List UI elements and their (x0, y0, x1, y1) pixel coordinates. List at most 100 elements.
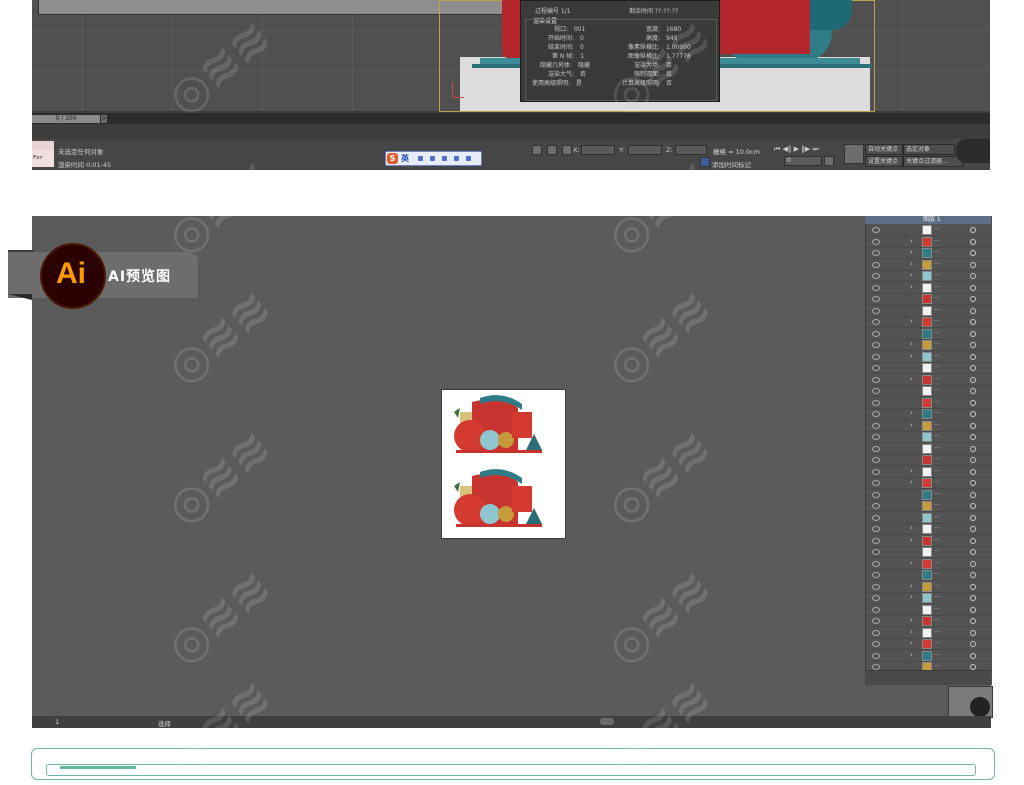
target-circle-icon[interactable] (970, 330, 976, 337)
expand-arrow-icon[interactable]: › (910, 524, 913, 532)
playback-controls[interactable]: ⏮ ◀‖ ▶ ‖▶ ⏭ (774, 145, 819, 154)
target-circle-icon[interactable] (970, 296, 976, 302)
time-config-icon[interactable] (824, 156, 834, 166)
layer-row[interactable]: … (866, 454, 992, 466)
punctuation-icon[interactable] (418, 156, 423, 161)
visibility-eye-icon[interactable] (872, 572, 880, 578)
visibility-eye-icon[interactable] (872, 227, 880, 233)
layer-row[interactable]: ›… (866, 650, 992, 662)
target-circle-icon[interactable] (970, 319, 976, 325)
visibility-eye-icon[interactable] (872, 238, 880, 245)
expand-arrow-icon[interactable]: › (910, 559, 913, 567)
target-circle-icon[interactable] (970, 572, 976, 578)
target-circle-icon[interactable] (970, 445, 976, 452)
layer-row[interactable]: ›… (866, 259, 992, 271)
layer-row[interactable]: … (866, 604, 992, 616)
visibility-eye-icon[interactable] (872, 560, 880, 567)
layer-row[interactable]: … (866, 431, 992, 443)
layer-row[interactable]: … (866, 443, 992, 455)
layer-row[interactable]: … (866, 500, 992, 512)
maxscript-listener-area[interactable] (32, 141, 54, 150)
layer-row[interactable]: ›… (866, 592, 992, 604)
time-next-button[interactable]: > (101, 115, 107, 123)
expand-arrow-icon[interactable]: › (910, 616, 913, 624)
visibility-eye-icon[interactable] (872, 434, 880, 440)
key-mode-icon[interactable] (844, 144, 864, 164)
target-circle-icon[interactable] (970, 537, 976, 544)
artboard-number[interactable]: 1 (55, 718, 59, 726)
layer-row[interactable]: ›… (866, 351, 992, 363)
visibility-eye-icon[interactable] (872, 468, 880, 475)
target-circle-icon[interactable] (970, 503, 976, 509)
layer-row[interactable]: ›… (866, 420, 992, 432)
target-circle-icon[interactable] (970, 595, 976, 601)
layer-row[interactable]: ›… (866, 558, 992, 570)
target-circle-icon[interactable] (970, 227, 976, 233)
target-circle-icon[interactable] (970, 342, 976, 348)
visibility-eye-icon[interactable] (872, 549, 880, 555)
maxscript-mini-listener[interactable]: For All (32, 150, 54, 167)
expand-arrow-icon[interactable]: › (910, 467, 913, 475)
layer-row[interactable]: … (866, 546, 992, 558)
visibility-eye-icon[interactable] (872, 296, 880, 302)
layer-row[interactable]: ›… (866, 339, 992, 351)
selected-object-dropdown[interactable]: 选定对象 (903, 144, 955, 155)
microphone-icon[interactable] (430, 156, 435, 161)
target-circle-icon[interactable] (970, 365, 976, 371)
x-coordinate-field[interactable] (581, 145, 615, 155)
visibility-eye-icon[interactable] (872, 342, 880, 348)
layer-row[interactable]: ›… (866, 316, 992, 328)
layer-row[interactable]: ›… (866, 523, 992, 535)
target-circle-icon[interactable] (970, 399, 976, 406)
target-circle-icon[interactable] (970, 514, 976, 521)
visibility-eye-icon[interactable] (872, 330, 880, 337)
target-circle-icon[interactable] (970, 629, 976, 636)
artboard[interactable] (441, 389, 566, 539)
visibility-eye-icon[interactable] (872, 376, 880, 383)
visibility-eye-icon[interactable] (872, 641, 880, 647)
visibility-eye-icon[interactable] (872, 606, 880, 613)
lock-icon[interactable] (532, 145, 542, 155)
layer-row[interactable]: ›… (866, 282, 992, 294)
target-circle-icon[interactable] (970, 273, 976, 279)
layer-row[interactable]: ›… (866, 627, 992, 639)
ime-logo-icon[interactable]: S (387, 153, 398, 164)
layer-row[interactable]: ›… (866, 535, 992, 547)
target-circle-icon[interactable] (970, 307, 976, 314)
layer-row[interactable]: ›… (866, 408, 992, 420)
visibility-eye-icon[interactable] (872, 411, 880, 417)
expand-arrow-icon[interactable]: › (910, 271, 913, 279)
target-circle-icon[interactable] (970, 457, 976, 463)
layer-row[interactable]: … (866, 489, 992, 501)
layer-row[interactable]: … (866, 305, 992, 317)
expand-arrow-icon[interactable]: › (910, 409, 913, 417)
layer-row[interactable]: ›… (866, 581, 992, 593)
visibility-eye-icon[interactable] (872, 399, 880, 406)
y-coordinate-field[interactable] (628, 145, 662, 155)
layer-row[interactable]: … (866, 385, 992, 397)
set-key-button[interactable]: 设置关键点 (865, 156, 903, 167)
navigator-icon[interactable] (970, 697, 990, 717)
target-circle-icon[interactable] (970, 250, 976, 256)
layer-row[interactable]: ›… (866, 247, 992, 259)
keyboard-icon[interactable] (442, 156, 447, 161)
target-circle-icon[interactable] (970, 261, 976, 268)
target-circle-icon[interactable] (970, 480, 976, 486)
visibility-eye-icon[interactable] (872, 388, 880, 394)
target-circle-icon[interactable] (970, 388, 976, 394)
layer-row[interactable]: ›… (866, 466, 992, 478)
layer-name[interactable]: 图层 1 (923, 216, 941, 224)
visibility-eye-icon[interactable] (872, 503, 880, 509)
target-circle-icon[interactable] (970, 353, 976, 360)
visibility-eye-icon[interactable] (872, 618, 880, 624)
layer-row[interactable]: ›… (866, 270, 992, 282)
visibility-eye-icon[interactable] (872, 445, 880, 452)
expand-arrow-icon[interactable]: › (910, 260, 913, 268)
visibility-eye-icon[interactable] (872, 284, 880, 291)
key-filters-button[interactable]: 关键点过滤器... (903, 156, 963, 167)
visibility-eye-icon[interactable] (872, 629, 880, 636)
skin-icon[interactable] (454, 156, 459, 161)
expand-arrow-icon[interactable]: › (910, 582, 913, 590)
target-circle-icon[interactable] (970, 468, 976, 475)
expand-arrow-icon[interactable]: › (910, 639, 913, 647)
